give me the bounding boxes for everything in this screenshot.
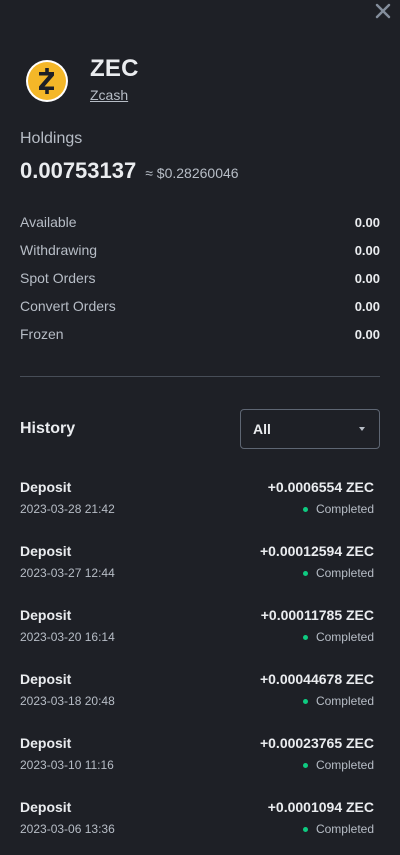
history-status: Completed (302, 694, 374, 708)
history-amount: +0.00044678 ZEC (259, 671, 374, 687)
history-date: 2023-03-10 11:16 (20, 758, 114, 772)
history-status: Completed (302, 566, 374, 580)
history-item[interactable]: Deposit 2023-03-18 20:48 +0.00044678 ZEC… (20, 669, 374, 733)
holdings-summary: 0.00753137 ≈ $0.28260046 (20, 158, 239, 184)
history-item[interactable]: Deposit 2023-03-06 13:36 +0.0001094 ZEC … (20, 797, 374, 855)
history-item[interactable]: Deposit 2023-03-10 11:16 +0.00023765 ZEC… (20, 733, 374, 797)
balance-label: Withdrawing (20, 242, 98, 258)
balance-value: 0.00 (354, 270, 380, 286)
history-status-label: Completed (315, 758, 374, 772)
holdings-amount: 0.00753137 (20, 158, 137, 183)
history-status-label: Completed (315, 694, 374, 708)
history-date: 2023-03-28 21:42 (20, 502, 115, 516)
history-filter-value: All (253, 421, 271, 437)
history-amount: +0.0001094 ZEC (267, 799, 374, 815)
history-item[interactable]: Deposit 2023-03-27 12:44 +0.00012594 ZEC… (20, 541, 374, 605)
history-type: Deposit (20, 607, 72, 623)
balance-label: Available (20, 214, 77, 230)
history-amount: +0.00011785 ZEC (260, 607, 374, 623)
balance-row-spot-orders: Spot Orders 0.00 (20, 264, 380, 292)
history-status: Completed (302, 630, 374, 644)
balance-breakdown: Available 0.00 Withdrawing 0.00 Spot Ord… (20, 208, 380, 348)
zcash-logo-icon (26, 59, 68, 102)
status-dot-icon (302, 762, 308, 768)
history-amount: +0.00012594 ZEC (259, 543, 374, 559)
history-item[interactable]: Deposit 2023-03-28 21:42 +0.0006554 ZEC … (20, 477, 374, 541)
history-type: Deposit (20, 735, 72, 751)
history-amount: +0.00023765 ZEC (259, 735, 374, 751)
history-type: Deposit (20, 671, 72, 687)
status-dot-icon (302, 570, 308, 576)
history-list: Deposit 2023-03-28 21:42 +0.0006554 ZEC … (20, 477, 374, 855)
status-dot-icon (302, 634, 308, 640)
history-date: 2023-03-20 16:14 (20, 630, 115, 644)
history-date: 2023-03-06 13:36 (20, 822, 115, 836)
history-title: History (20, 420, 76, 437)
balance-label: Frozen (20, 326, 64, 342)
history-filter-select[interactable]: All (240, 409, 380, 449)
balance-row-convert-orders: Convert Orders 0.00 (20, 292, 380, 320)
history-status-label: Completed (315, 502, 374, 516)
history-type: Deposit (20, 543, 72, 559)
balance-value: 0.00 (354, 214, 380, 230)
history-status: Completed (302, 822, 374, 836)
coin-name-link[interactable]: Zcash (90, 87, 139, 103)
history-status: Completed (302, 758, 374, 772)
history-item[interactable]: Deposit 2023-03-20 16:14 +0.00011785 ZEC… (20, 605, 374, 669)
asset-detail-panel: ZEC Zcash Holdings 0.00753137 ≈ $0.28260… (0, 0, 400, 855)
balance-value: 0.00 (354, 326, 380, 342)
balance-row-withdrawing: Withdrawing 0.00 (20, 236, 380, 264)
history-status-label: Completed (315, 566, 374, 580)
history-status: Completed (302, 502, 374, 516)
history-amount: +0.0006554 ZEC (267, 479, 374, 495)
history-type: Deposit (20, 799, 72, 815)
coin-header: ZEC Zcash (25, 55, 139, 103)
balance-row-available: Available 0.00 (20, 208, 380, 236)
balance-label: Convert Orders (20, 298, 116, 314)
balance-row-frozen: Frozen 0.00 (20, 320, 380, 348)
history-status-label: Completed (315, 822, 374, 836)
history-type: Deposit (20, 479, 72, 495)
history-status-label: Completed (315, 630, 374, 644)
history-date: 2023-03-27 12:44 (20, 566, 115, 580)
caret-down-icon (359, 427, 365, 431)
status-dot-icon (302, 506, 308, 512)
history-date: 2023-03-18 20:48 (20, 694, 115, 708)
status-dot-icon (302, 698, 308, 704)
balance-value: 0.00 (354, 242, 380, 258)
close-icon[interactable] (372, 0, 394, 22)
holdings-fiat-value: ≈ $0.28260046 (145, 165, 239, 181)
section-divider (20, 376, 380, 377)
holdings-label: Holdings (20, 130, 83, 147)
balance-label: Spot Orders (20, 270, 96, 286)
coin-symbol: ZEC (90, 55, 139, 82)
status-dot-icon (302, 826, 308, 832)
balance-value: 0.00 (354, 298, 380, 314)
